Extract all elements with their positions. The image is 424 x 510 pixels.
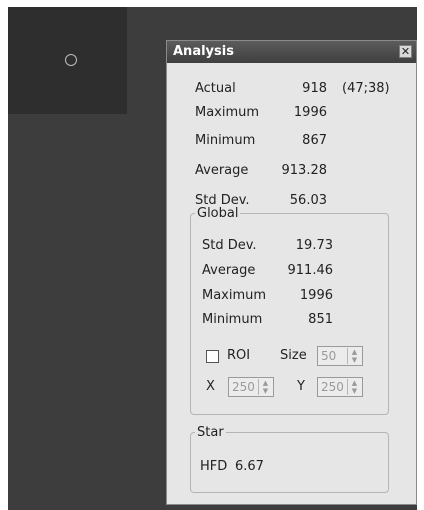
close-button[interactable]: ✕ bbox=[399, 45, 412, 58]
analysis-panel: Analysis ✕ Actual 918 (47;38) Maximum 19… bbox=[166, 40, 417, 505]
spin-arrows-icon[interactable]: ▲ ▼ bbox=[347, 379, 361, 395]
roi-checkbox[interactable] bbox=[206, 350, 219, 363]
star-marker-icon bbox=[65, 54, 77, 66]
size-label: Size bbox=[280, 348, 307, 363]
actual-position: (47;38) bbox=[342, 81, 390, 96]
spin-arrows-icon[interactable]: ▲ ▼ bbox=[258, 379, 272, 395]
actual-label: Actual bbox=[195, 81, 236, 96]
minimum-label: Minimum bbox=[195, 133, 256, 148]
average-value: 913.28 bbox=[281, 163, 328, 178]
x-stepper[interactable]: 250 ▲ ▼ bbox=[228, 377, 274, 397]
global-stddev-label: Std Dev. bbox=[202, 238, 257, 253]
global-maximum-label: Maximum bbox=[202, 288, 267, 303]
global-minimum-label: Minimum bbox=[202, 312, 263, 327]
global-maximum-value: 1996 bbox=[299, 288, 333, 303]
size-stepper[interactable]: 50 ▲ ▼ bbox=[317, 346, 363, 366]
y-stepper[interactable]: 250 ▲ ▼ bbox=[317, 377, 363, 397]
size-value: 50 bbox=[321, 349, 337, 363]
hfd-value: 6.67 bbox=[235, 459, 264, 474]
global-average-value: 911.46 bbox=[287, 263, 334, 278]
panel-titlebar[interactable]: Analysis ✕ bbox=[167, 41, 416, 63]
global-legend: Global bbox=[197, 206, 239, 221]
spin-arrows-icon[interactable]: ▲ ▼ bbox=[347, 348, 361, 364]
minimum-value: 867 bbox=[302, 133, 327, 148]
x-label: X bbox=[206, 379, 215, 394]
image-view[interactable] bbox=[8, 7, 127, 114]
star-legend: Star bbox=[197, 425, 224, 440]
x-value: 250 bbox=[232, 380, 255, 394]
actual-value: 918 bbox=[302, 81, 327, 96]
global-minimum-value: 851 bbox=[308, 312, 333, 327]
hfd-label: HFD bbox=[200, 459, 228, 474]
maximum-label: Maximum bbox=[195, 105, 260, 120]
maximum-value: 1996 bbox=[293, 105, 327, 120]
y-value: 250 bbox=[321, 380, 344, 394]
y-label: Y bbox=[297, 379, 305, 394]
panel-title: Analysis bbox=[173, 44, 234, 59]
global-average-label: Average bbox=[202, 263, 256, 278]
global-stddev-value: 19.73 bbox=[295, 238, 333, 253]
average-label: Average bbox=[195, 163, 249, 178]
roi-label: ROI bbox=[227, 348, 251, 363]
